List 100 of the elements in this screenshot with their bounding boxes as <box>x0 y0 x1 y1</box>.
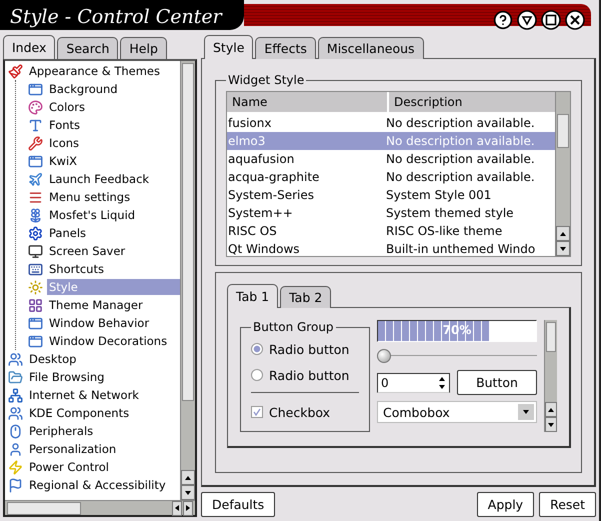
tree-item[interactable]: Internet & Network <box>27 387 141 403</box>
scrollbar[interactable] <box>544 320 557 432</box>
checkbox[interactable] <box>251 406 263 418</box>
sample-button[interactable]: Button <box>457 370 537 395</box>
module-tab[interactable]: Miscellaneous <box>318 37 424 59</box>
window-icon <box>28 334 43 348</box>
maximize-icon[interactable] <box>541 10 561 30</box>
style-row[interactable]: Qt Windows Built-in unthemed Windo <box>227 240 555 256</box>
tree-item[interactable]: Window Behavior <box>47 315 152 331</box>
style-row[interactable]: acqua-graphite No description available. <box>227 168 555 186</box>
style-row[interactable]: RISC OS RISC OS-like theme <box>227 222 555 240</box>
scroll-down-button[interactable] <box>545 417 557 432</box>
table-cell-text: System++ <box>227 206 294 220</box>
tree-item[interactable]: Fonts <box>47 117 82 133</box>
tree-item[interactable]: Background <box>47 81 120 97</box>
up-arrow-icon <box>559 230 567 238</box>
sidebar-tab[interactable]: Help <box>120 37 167 59</box>
column-header[interactable]: Description <box>389 92 555 112</box>
table-cell-text: elmo3 <box>227 134 266 148</box>
scrollbar[interactable] <box>180 61 195 500</box>
gear-icon <box>28 226 43 240</box>
table-cell-text: System Style 001 <box>385 188 492 202</box>
tree-item[interactable]: Launch Feedback <box>47 171 152 187</box>
tree-item[interactable]: Desktop <box>27 351 78 367</box>
window-icon <box>28 316 43 330</box>
table-cell-text: acqua-graphite <box>227 170 320 184</box>
sidebar-tab[interactable]: Index <box>3 35 56 59</box>
combo-box[interactable]: Combobox <box>377 401 537 423</box>
horizontal-scrollbar[interactable] <box>5 500 195 515</box>
tree-item[interactable]: Personalization <box>27 441 118 457</box>
preview-tab[interactable]: Tab 2 <box>280 286 332 308</box>
tree-item[interactable]: Screen Saver <box>47 243 128 259</box>
spin-box[interactable]: 0 <box>377 372 450 392</box>
group-title: Widget Style <box>227 73 306 87</box>
scrollbar[interactable] <box>555 92 570 256</box>
tree-item[interactable]: Icons <box>47 135 82 151</box>
person-icon <box>8 442 23 456</box>
defaults-button[interactable]: Defaults <box>201 492 276 517</box>
column-header[interactable]: Name <box>227 92 387 112</box>
module-tab[interactable]: Effects <box>255 37 316 59</box>
tree-item[interactable]: Theme Manager <box>47 297 145 313</box>
tree-item[interactable]: File Browsing <box>27 369 106 385</box>
style-row[interactable]: fusionx No description available. <box>227 114 555 132</box>
scrollbar-thumb[interactable] <box>546 322 556 352</box>
table-cell-text: Built-in unthemed Windo <box>385 242 536 256</box>
scroll-left-button[interactable] <box>172 500 182 516</box>
scroll-down-button[interactable] <box>556 241 570 256</box>
scroll-up-button[interactable] <box>545 402 557 417</box>
style-row[interactable]: System++ System themed style <box>227 204 555 222</box>
style-row[interactable]: aquafusion No description available. <box>227 150 555 168</box>
tree-item[interactable]: Appearance & Themes <box>27 63 162 79</box>
preview-tab[interactable]: Tab 1 <box>227 284 278 308</box>
slider-handle[interactable] <box>377 349 391 363</box>
scrollbar-thumb[interactable] <box>7 502 81 514</box>
table-cell-text: aquafusion <box>227 152 296 166</box>
scroll-right-button[interactable] <box>183 500 193 516</box>
brush-icon <box>8 64 23 78</box>
tree-item[interactable]: KDE Components <box>27 405 132 421</box>
sun-icon <box>28 280 43 294</box>
tree-item[interactable]: Power Control <box>27 459 111 475</box>
table-cell-text: Qt Windows <box>227 242 301 256</box>
scroll-up-button[interactable] <box>556 226 570 241</box>
window-icon <box>28 82 43 96</box>
people-icon <box>8 352 23 366</box>
scroll-up-button[interactable] <box>181 470 195 485</box>
radio-label: Radio button <box>269 342 350 356</box>
table-cell-text: No description available. <box>385 134 536 148</box>
sidebar-tab[interactable]: Search <box>57 37 118 59</box>
tree-item[interactable]: Regional & Accessibility <box>27 477 168 493</box>
tree-item[interactable]: Panels <box>47 225 88 241</box>
scrollbar-thumb[interactable] <box>182 63 194 401</box>
radio-button[interactable] <box>251 343 263 355</box>
right-arrow-icon <box>184 504 192 512</box>
style-row[interactable]: System-Series System Style 001 <box>227 186 555 204</box>
shade-icon[interactable] <box>517 10 537 30</box>
flower-icon <box>28 208 43 222</box>
tree-item[interactable]: Window Decorations <box>47 333 170 349</box>
tree-item[interactable]: Colors <box>47 99 88 115</box>
tree-item[interactable]: Mosfet's Liquid <box>47 207 138 223</box>
down-arrow-icon <box>559 244 567 252</box>
down-arrow-icon <box>438 382 446 390</box>
module-tab[interactable]: Style <box>204 35 254 59</box>
window-icon <box>28 154 43 168</box>
spin-value: 0 <box>381 376 389 390</box>
up-arrow-icon <box>438 374 446 382</box>
tree-item[interactable]: Shortcuts <box>47 261 106 277</box>
scroll-down-button[interactable] <box>181 485 195 500</box>
down-arrow-icon <box>184 488 192 496</box>
scrollbar-thumb[interactable] <box>557 114 569 148</box>
tree-item[interactable]: KwiX <box>47 153 80 169</box>
radio-button[interactable] <box>251 369 263 381</box>
dialog-button[interactable]: Reset <box>539 492 596 517</box>
close-icon[interactable] <box>565 10 585 30</box>
help-icon[interactable] <box>493 10 513 30</box>
mouse-icon <box>8 424 23 438</box>
dialog-button[interactable]: Apply <box>476 492 534 517</box>
grid-icon <box>28 298 43 312</box>
table-cell-text: RISC OS <box>227 224 278 238</box>
tree-item[interactable]: Peripherals <box>27 423 96 439</box>
tree-item[interactable]: Menu settings <box>47 189 132 205</box>
